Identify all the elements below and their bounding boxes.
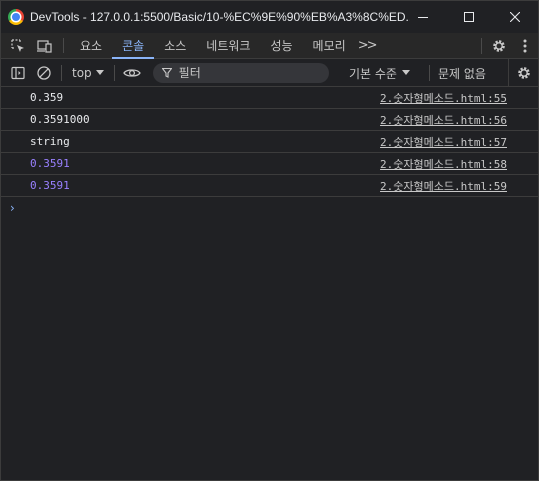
message-source-link[interactable]: 2.숫자형메소드.html:56 xyxy=(380,112,507,128)
prompt-chevron-icon: › xyxy=(10,201,15,215)
message-value[interactable]: 0.3591 xyxy=(30,157,70,170)
tab-console[interactable]: 콘솔 xyxy=(112,33,155,59)
tab-sources[interactable]: 소스 xyxy=(154,33,196,58)
tab-label: 소스 xyxy=(164,39,187,53)
toolbar-divider xyxy=(63,38,64,53)
kebab-menu-icon xyxy=(523,39,527,53)
device-toolbar-button[interactable] xyxy=(31,33,57,58)
more-tabs-chevron-icon: >> xyxy=(357,38,378,53)
console-message: string 2.숫자형메소드.html:57 xyxy=(1,131,538,153)
console-message: 0.3591 2.숫자형메소드.html:58 xyxy=(1,153,538,175)
customize-menu-button[interactable] xyxy=(512,39,538,53)
minimize-icon xyxy=(418,17,428,18)
more-tabs-button[interactable]: >> xyxy=(356,33,378,58)
device-mode-icon xyxy=(37,39,52,53)
console-prompt[interactable]: › xyxy=(1,197,538,219)
tab-elements[interactable]: 요소 xyxy=(70,33,112,58)
title-bar: DevTools - 127.0.0.1:5500/Basic/10-%EC%9… xyxy=(1,1,538,33)
clear-console-button[interactable] xyxy=(31,65,57,81)
log-level-label: 기본 수준 xyxy=(349,66,397,81)
message-source-link[interactable]: 2.숫자형메소드.html:57 xyxy=(380,134,507,150)
sidebar-toggle-button[interactable] xyxy=(5,65,31,81)
devtools-window: DevTools - 127.0.0.1:5500/Basic/10-%EC%9… xyxy=(0,0,539,481)
tab-memory[interactable]: 메모리 xyxy=(303,33,356,58)
panel-tab-bar: 요소 콘솔 소스 네트워크 성능 메모리 >> xyxy=(1,33,538,59)
console-output: 0.359 2.숫자형메소드.html:55 0.3591000 2.숫자형메소… xyxy=(1,87,538,219)
context-selector[interactable]: top xyxy=(66,66,110,80)
close-icon xyxy=(510,12,520,22)
message-source-link[interactable]: 2.숫자형메소드.html:55 xyxy=(380,90,507,106)
tab-label: 네트워크 xyxy=(206,39,251,53)
console-settings-button[interactable] xyxy=(508,59,538,87)
console-message: 0.3591 2.숫자형메소드.html:59 xyxy=(1,175,538,197)
maximize-icon xyxy=(464,12,474,22)
sidebar-icon xyxy=(11,66,25,79)
dropdown-arrow-icon xyxy=(95,69,104,75)
chrome-logo-icon xyxy=(8,9,24,25)
message-value[interactable]: 0.3591000 xyxy=(30,113,90,126)
tab-label: 콘솔 xyxy=(122,39,145,53)
message-value[interactable]: 0.3591 xyxy=(30,179,70,192)
inspect-cursor-icon xyxy=(11,38,24,52)
close-button[interactable] xyxy=(492,1,538,33)
gear-icon xyxy=(517,67,530,79)
clear-icon xyxy=(37,65,51,80)
issues-counter[interactable]: 문제 없음 xyxy=(429,59,486,87)
tab-label: 요소 xyxy=(80,39,103,53)
inspect-element-button[interactable] xyxy=(5,33,31,58)
eye-icon xyxy=(122,68,141,77)
gear-icon xyxy=(493,40,505,52)
toolbar-divider xyxy=(481,38,482,54)
context-label: top xyxy=(72,65,92,80)
toolbar-divider xyxy=(429,65,430,81)
filter-icon xyxy=(161,67,172,78)
tab-label: 메모리 xyxy=(312,39,346,53)
filter-input[interactable] xyxy=(178,65,309,80)
window-controls xyxy=(400,1,538,33)
toolbar-divider xyxy=(113,64,115,81)
window-title: DevTools - 127.0.0.1:5500/Basic/10-%EC%9… xyxy=(30,10,410,24)
message-source-link[interactable]: 2.숫자형메소드.html:59 xyxy=(380,178,507,194)
log-level-selector[interactable]: 기본 수준 xyxy=(349,59,410,87)
tab-label: 성능 xyxy=(270,39,293,53)
message-value[interactable]: string xyxy=(30,135,70,148)
tab-performance[interactable]: 성능 xyxy=(260,33,302,58)
minimize-button[interactable] xyxy=(400,1,446,33)
toolbar-divider xyxy=(61,64,62,81)
message-source-link[interactable]: 2.숫자형메소드.html:58 xyxy=(380,156,507,172)
live-expression-button[interactable] xyxy=(119,67,145,79)
console-message: 0.359 2.숫자형메소드.html:55 xyxy=(1,87,538,109)
console-toolbar: top 기본 수준 문제 없음 xyxy=(1,59,538,87)
tab-network[interactable]: 네트워크 xyxy=(196,33,260,58)
issues-label: 문제 없음 xyxy=(438,66,486,81)
console-message: 0.3591000 2.숫자형메소드.html:56 xyxy=(1,109,538,131)
dropdown-arrow-icon xyxy=(401,70,410,75)
message-value[interactable]: 0.359 xyxy=(30,91,63,104)
maximize-button[interactable] xyxy=(446,1,492,33)
settings-button[interactable] xyxy=(486,38,512,54)
filter-field[interactable] xyxy=(152,62,329,83)
tabbar-right-group xyxy=(477,33,538,59)
